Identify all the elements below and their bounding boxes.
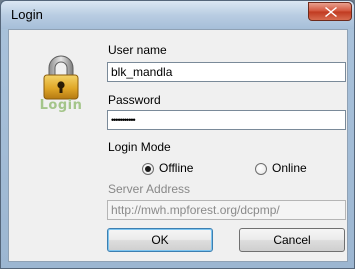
- password-field[interactable]: •••••••••••: [107, 110, 346, 130]
- offline-label[interactable]: Offline: [159, 161, 193, 175]
- cancel-button[interactable]: Cancel: [239, 228, 345, 252]
- login-caption: Login: [39, 98, 83, 113]
- login-dialog: Login Login User name blk_mandla Passwor…: [0, 0, 355, 269]
- padlock-icon: [43, 55, 79, 100]
- login-mode-label: Login Mode: [108, 140, 171, 154]
- server-address-field: http://mwh.mpforest.org/dcpmp/: [107, 200, 346, 220]
- close-button[interactable]: [308, 2, 352, 21]
- server-address-label: Server Address: [108, 182, 191, 196]
- online-label[interactable]: Online: [272, 161, 307, 175]
- offline-radio[interactable]: [142, 163, 154, 175]
- username-field[interactable]: blk_mandla: [107, 62, 346, 82]
- title-bar[interactable]: Login: [1, 1, 354, 29]
- close-icon: [325, 7, 337, 17]
- ok-button[interactable]: OK: [107, 228, 213, 252]
- online-radio[interactable]: [255, 163, 267, 175]
- dialog-body: Login User name blk_mandla Password ••••…: [8, 29, 348, 262]
- password-label: Password: [108, 93, 161, 107]
- username-label: User name: [108, 43, 167, 57]
- window-title: Login: [11, 7, 43, 22]
